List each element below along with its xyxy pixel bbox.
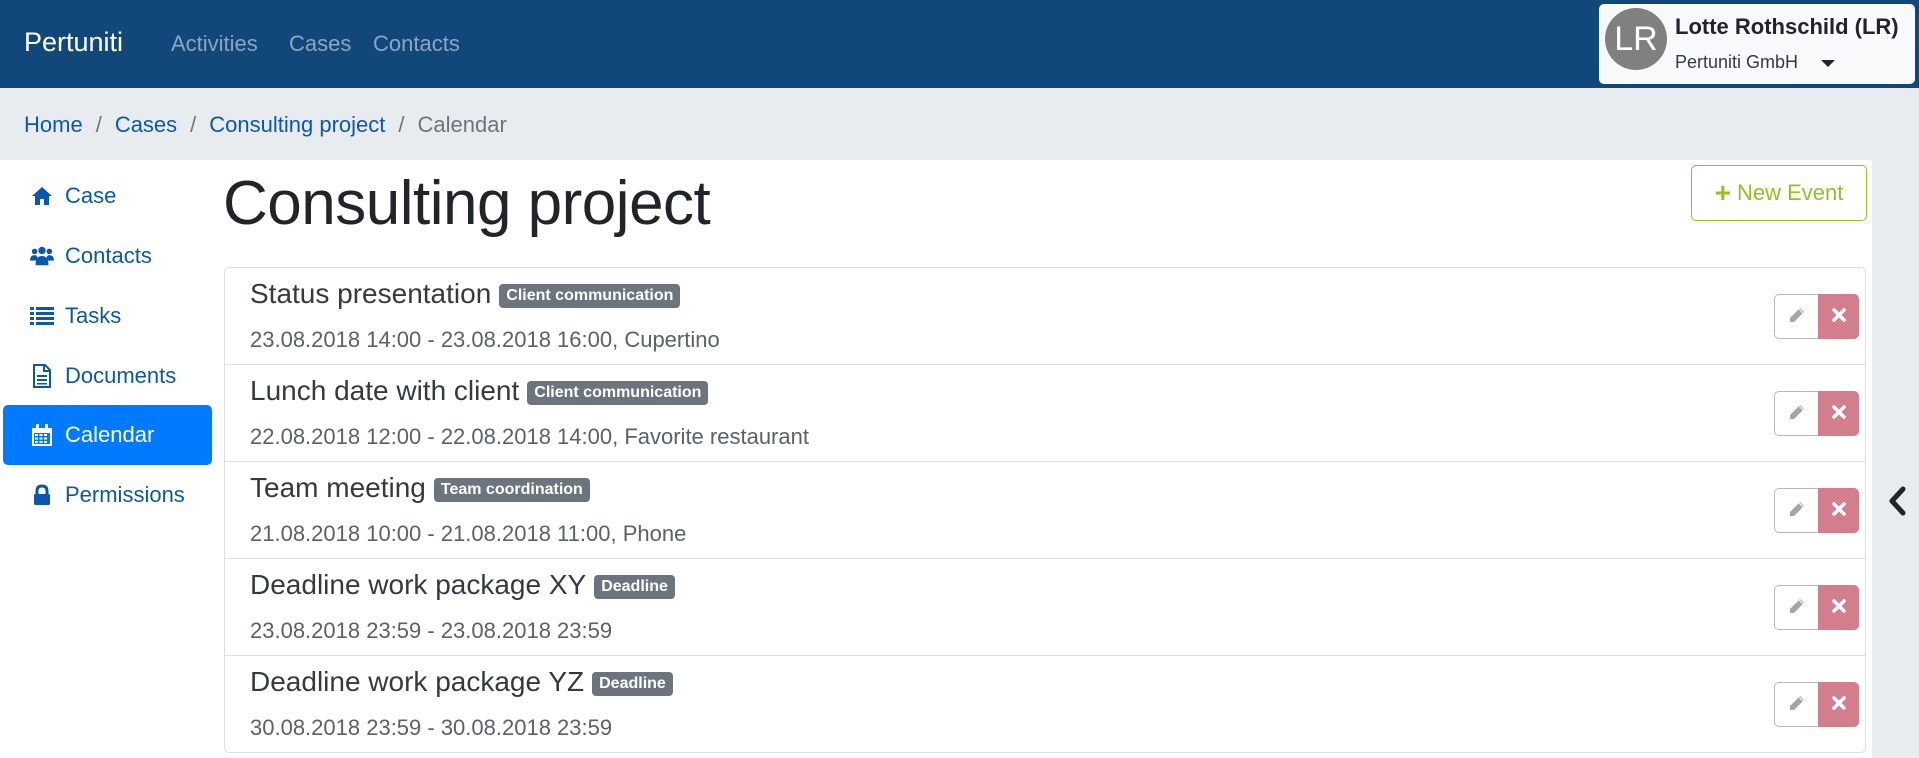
avatar: LR (1605, 8, 1667, 70)
nav-link-cases[interactable]: Cases (289, 31, 351, 57)
edit-button[interactable] (1774, 682, 1818, 727)
breadcrumb-separator: / (398, 112, 405, 137)
event-time: 21.08.2018 10:00 - 21.08.2018 11:00, Pho… (250, 521, 687, 546)
sidebar-item-label: Permissions (65, 482, 185, 507)
calendar-icon (30, 424, 54, 446)
chevron-left-icon[interactable] (1886, 484, 1908, 518)
edit-button[interactable] (1774, 585, 1818, 630)
event-actions (1774, 682, 1859, 727)
document-icon (30, 364, 54, 388)
sidebar-item-permissions[interactable]: Permissions (3, 465, 212, 525)
pencil-icon (1788, 500, 1806, 521)
close-icon (1831, 405, 1846, 422)
user-name: Lotte Rothschild (LR) (1675, 14, 1899, 39)
event-item[interactable]: Team meeting Team coordination 21.08.201… (225, 462, 1865, 559)
delete-button[interactable] (1818, 391, 1859, 436)
sidebar-item-contacts[interactable]: Contacts (3, 226, 212, 286)
delete-button[interactable] (1818, 585, 1859, 630)
delete-button[interactable] (1818, 682, 1859, 727)
breadcrumb-cases[interactable]: Cases (115, 112, 177, 138)
event-list: Status presentation Client communication… (224, 267, 1866, 753)
event-actions (1774, 488, 1859, 533)
breadcrumb-consulting-project[interactable]: Consulting project (209, 112, 385, 138)
sidebar-item-label: Tasks (65, 303, 122, 328)
event-title[interactable]: Deadline work package YZ (250, 666, 584, 698)
event-header: Deadline work package XY Deadline (250, 569, 675, 601)
sidebar-item-label: Documents (65, 363, 177, 388)
edit-button[interactable] (1774, 391, 1818, 436)
sidebar-item-calendar[interactable]: Calendar (3, 405, 212, 465)
close-icon (1831, 696, 1846, 713)
event-title[interactable]: Status presentation (250, 278, 491, 310)
home-icon (30, 185, 54, 207)
breadcrumb: Home / Cases / Consulting project / Cale… (24, 112, 507, 138)
new-event-label: New Event (1736, 180, 1844, 205)
delete-button[interactable] (1818, 294, 1859, 339)
category-badge: Deadline (592, 672, 673, 696)
edit-button[interactable] (1774, 294, 1818, 339)
category-badge: Client communication (527, 381, 709, 405)
breadcrumb-separator: / (190, 112, 197, 137)
nav-link-contacts[interactable]: Contacts (373, 31, 460, 57)
lock-icon (30, 484, 54, 506)
event-header: Lunch date with client Client communicat… (250, 375, 709, 407)
sidebar-item-label: Contacts (65, 243, 152, 268)
event-header: Status presentation Client communication (250, 278, 681, 310)
sidebar-item-documents[interactable]: Documents (3, 346, 212, 406)
delete-button[interactable] (1818, 488, 1859, 533)
event-title[interactable]: Team meeting (250, 472, 426, 504)
pencil-icon (1788, 403, 1806, 424)
event-item[interactable]: Deadline work package YZ Deadline 30.08.… (225, 656, 1865, 752)
close-icon (1831, 502, 1846, 519)
edit-button[interactable] (1774, 488, 1818, 533)
category-badge: Team coordination (433, 478, 590, 502)
event-time: 22.08.2018 12:00 - 22.08.2018 14:00, Fav… (250, 424, 809, 449)
breadcrumb-current: Calendar (417, 112, 507, 137)
sidebar-item-label: Calendar (65, 422, 155, 447)
event-header: Deadline work package YZ Deadline (250, 666, 673, 698)
sidebar-item-tasks[interactable]: Tasks (3, 286, 212, 346)
pencil-icon (1788, 694, 1806, 715)
right-panel-strip (1872, 160, 1919, 758)
breadcrumb-home[interactable]: Home (24, 112, 83, 138)
event-actions (1774, 585, 1859, 630)
user-organization: Pertuniti GmbH (1675, 52, 1799, 72)
list-icon (30, 305, 54, 327)
event-actions (1774, 391, 1859, 436)
brand-logo[interactable]: Pertuniti (24, 27, 123, 58)
close-icon (1831, 599, 1846, 616)
pencil-icon (1788, 306, 1806, 327)
nav-link-activities[interactable]: Activities (171, 31, 258, 57)
pencil-icon (1788, 597, 1806, 618)
event-item[interactable]: Status presentation Client communication… (225, 268, 1865, 365)
category-badge: Deadline (594, 575, 675, 599)
plus-icon: + (1714, 177, 1731, 208)
event-title[interactable]: Deadline work package XY (250, 569, 586, 601)
event-time: 23.08.2018 23:59 - 23.08.2018 23:59 (250, 618, 613, 643)
close-icon (1831, 308, 1846, 325)
event-time: 23.08.2018 14:00 - 23.08.2018 16:00, Cup… (250, 327, 720, 352)
event-time: 30.08.2018 23:59 - 30.08.2018 23:59 (250, 715, 613, 740)
sidebar-item-case[interactable]: Case (3, 166, 212, 226)
sidebar-item-label: Case (65, 183, 117, 208)
user-menu[interactable]: LR Lotte Rothschild (LR) Pertuniti GmbH (1599, 4, 1915, 84)
event-title[interactable]: Lunch date with client (250, 375, 519, 407)
breadcrumb-separator: / (95, 112, 102, 137)
event-actions (1774, 294, 1859, 339)
users-icon (30, 245, 54, 267)
event-item[interactable]: Deadline work package XY Deadline 23.08.… (225, 559, 1865, 656)
event-header: Team meeting Team coordination (250, 472, 590, 504)
page-title: Consulting project (223, 169, 711, 238)
event-item[interactable]: Lunch date with client Client communicat… (225, 365, 1865, 462)
top-navbar: Pertuniti Activities Cases Contacts LR L… (0, 0, 1919, 88)
new-event-button[interactable]: + New Event (1691, 165, 1867, 221)
caret-down-icon[interactable] (1821, 60, 1835, 67)
category-badge: Client communication (499, 284, 681, 308)
